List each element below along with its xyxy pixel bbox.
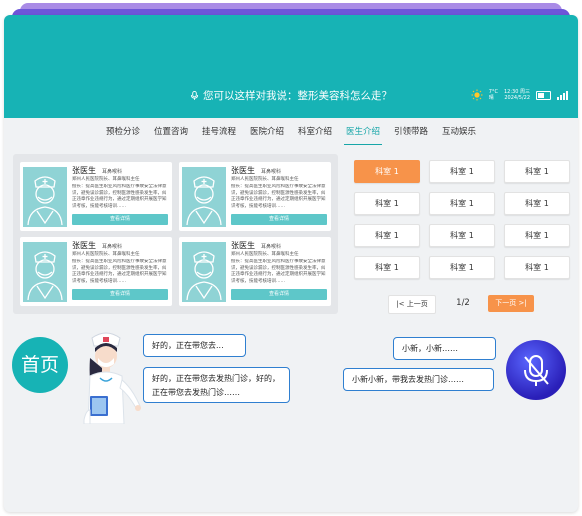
nav-tab[interactable]: 医院介绍 xyxy=(248,123,286,145)
doctor-avatar-icon xyxy=(186,251,222,301)
room-button[interactable]: 科室 1 xyxy=(429,192,495,215)
prev-page-button[interactable]: |< 上一页 xyxy=(388,295,436,314)
doctor-card: 张医生 耳鼻喉科郑州人民医院院长、耳鼻喉科主任擅长：提高医生职业风险和医疗事故安全… xyxy=(20,162,172,231)
room-button[interactable]: 科室 1 xyxy=(354,224,420,247)
doctor-title: 郑州人民医院院长、耳鼻喉科主任 xyxy=(231,252,299,257)
room-button[interactable]: 科室 1 xyxy=(504,256,570,279)
doctor-photo xyxy=(182,167,226,227)
doctor-avatar-icon xyxy=(27,251,63,301)
doctor-dept: 耳鼻喉科 xyxy=(261,244,282,250)
nav-tab[interactable]: 引领带路 xyxy=(392,123,430,145)
room-button[interactable]: 科室 1 xyxy=(504,224,570,247)
nav-tab[interactable]: 挂号流程 xyxy=(200,123,238,145)
nav-tab[interactable]: 科室介绍 xyxy=(296,123,334,145)
doctor-dept: 耳鼻喉科 xyxy=(102,169,123,175)
room-button[interactable]: 科室 1 xyxy=(429,224,495,247)
page-indicator: 1/2 xyxy=(456,298,470,308)
doctor-desc: 擅长：提高医生职业风险和医疗事故安全法律意识，避免误诊漏诊，控制医源性感染发生率… xyxy=(72,184,167,209)
doctor-photo xyxy=(182,242,226,302)
mic-icon xyxy=(190,91,199,100)
doctor-title: 郑州人民医院院长、耳鼻喉科主任 xyxy=(72,252,140,257)
user-message-1: 小新，小新…… xyxy=(393,337,496,360)
doctor-desc: 擅长：提高医生职业风险和医疗事故安全法律意识，避免误诊漏诊，控制医源性感染发生率… xyxy=(231,184,326,209)
doctor-photo xyxy=(23,242,67,302)
weather-desc: 晴 xyxy=(488,95,494,101)
doctor-photo xyxy=(23,167,67,227)
room-grid: 科室 1 科室 1 科室 1 科室 1 科室 1 科室 1 科室 1 科室 1 科室 1 科室 1… xyxy=(354,160,572,279)
doctor-name: 张医生 xyxy=(231,241,255,250)
next-page-button[interactable]: 下一页 >| xyxy=(488,295,534,312)
weather-info: 7°C 晴 xyxy=(489,89,498,101)
room-button[interactable]: 科室 1 xyxy=(354,256,420,279)
status-area: 7°C 晴 12:30 周三 2024/5/22 xyxy=(471,85,568,105)
doctor-dept: 耳鼻喉科 xyxy=(261,169,282,175)
nav-tab[interactable]: 预检分诊 xyxy=(104,123,142,145)
mic-off-icon xyxy=(524,355,549,386)
doctor-name: 张医生 xyxy=(231,166,255,175)
room-button[interactable]: 科室 1 xyxy=(354,192,420,215)
main-nav: 预检分诊 位置咨询 挂号流程 医院介绍 科室介绍 医生介绍 引领带路 互动娱乐 xyxy=(4,123,578,145)
room-button[interactable]: 科室 1 xyxy=(504,160,570,183)
doctor-list: 张医生 耳鼻喉科 郑州人民医院院长、耳鼻喉科主任 擅长：提高医生职业风险和医疗事故安全… xyxy=(13,154,338,314)
doctor-desc: 擅长：提高医生职业风险和医疗事故安全法律意识，避免误诊漏诊，控制医源性感染发生率… xyxy=(231,259,326,284)
room-button[interactable]: 科室 1 xyxy=(429,256,495,279)
pagination: |< 上一页 1/2 下一页 >| xyxy=(388,295,564,314)
robot-reply-short: 好的，正在带您去... xyxy=(143,334,246,357)
kiosk-screen: 您可以这样对我说：整形美容科怎么走？ 7°C 晴 12:30 周三 2024/5… xyxy=(4,15,578,512)
prompt-text: 您可以这样对我说：整形美容科怎么走？ xyxy=(203,90,392,102)
battery-icon xyxy=(536,90,551,100)
nav-tab[interactable]: 互动娱乐 xyxy=(440,123,478,145)
room-button[interactable]: 科室 1 xyxy=(504,192,570,215)
view-details-button[interactable]: 查看详情 xyxy=(72,289,168,300)
doctor-name: 张医生 xyxy=(72,166,96,175)
doctor-avatar-icon xyxy=(27,176,63,226)
doctor-title: 郑州人民医院院长、耳鼻喉科主任 xyxy=(72,177,140,182)
date: 2024/5/22 xyxy=(504,95,530,101)
nav-tab[interactable]: 医生介绍 xyxy=(344,123,383,145)
doctor-name: 张医生 xyxy=(72,241,96,250)
doctor-card: 张医生 耳鼻喉科郑州人民医院院长、耳鼻喉科主任擅长：提高医生职业风险和医疗事故安全… xyxy=(179,237,331,306)
view-details-button[interactable]: 查看详情 xyxy=(231,289,327,300)
doctor-desc: 擅长：提高医生职业风险和医疗事故安全法律意识，避免误诊漏诊，控制医源性感染发生率… xyxy=(72,259,167,284)
sun-icon xyxy=(471,89,483,101)
room-button[interactable]: 科室 1 xyxy=(354,160,420,183)
header-bar: 您可以这样对我说：整形美容科怎么走？ 7°C 晴 12:30 周三 2024/5… xyxy=(4,15,578,118)
doctor-card: 张医生 耳鼻喉科郑州人民医院院长、耳鼻喉科主任擅长：提高医生职业风险和医疗事故安全… xyxy=(179,162,331,231)
view-details-button[interactable]: 查看详情 xyxy=(231,214,327,225)
user-message-2: 小新小新，带我去发热门诊…… xyxy=(343,368,494,391)
robot-reply-long: 好的，正在带您去发热门诊，好的，正在带您去发热门诊…… xyxy=(143,367,290,403)
home-button[interactable]: 首页 xyxy=(12,337,68,393)
nurse-avatar xyxy=(83,332,141,424)
doctor-card: 张医生 耳鼻喉科郑州人民医院院长、耳鼻喉科主任擅长：提高医生职业风险和医疗事故安全… xyxy=(20,237,172,306)
nav-tab[interactable]: 位置咨询 xyxy=(152,123,190,145)
signal-icon xyxy=(557,90,568,100)
view-details-button[interactable]: 查看详情 xyxy=(72,214,168,225)
doctor-title: 郑州人民医院院长、耳鼻喉科主任 xyxy=(231,177,299,182)
clock: 12:30 周三 2024/5/22 xyxy=(504,89,530,101)
voice-button[interactable] xyxy=(506,340,566,400)
room-button[interactable]: 科室 1 xyxy=(429,160,495,183)
doctor-dept: 耳鼻喉科 xyxy=(102,244,123,250)
doctor-avatar-icon xyxy=(186,176,222,226)
